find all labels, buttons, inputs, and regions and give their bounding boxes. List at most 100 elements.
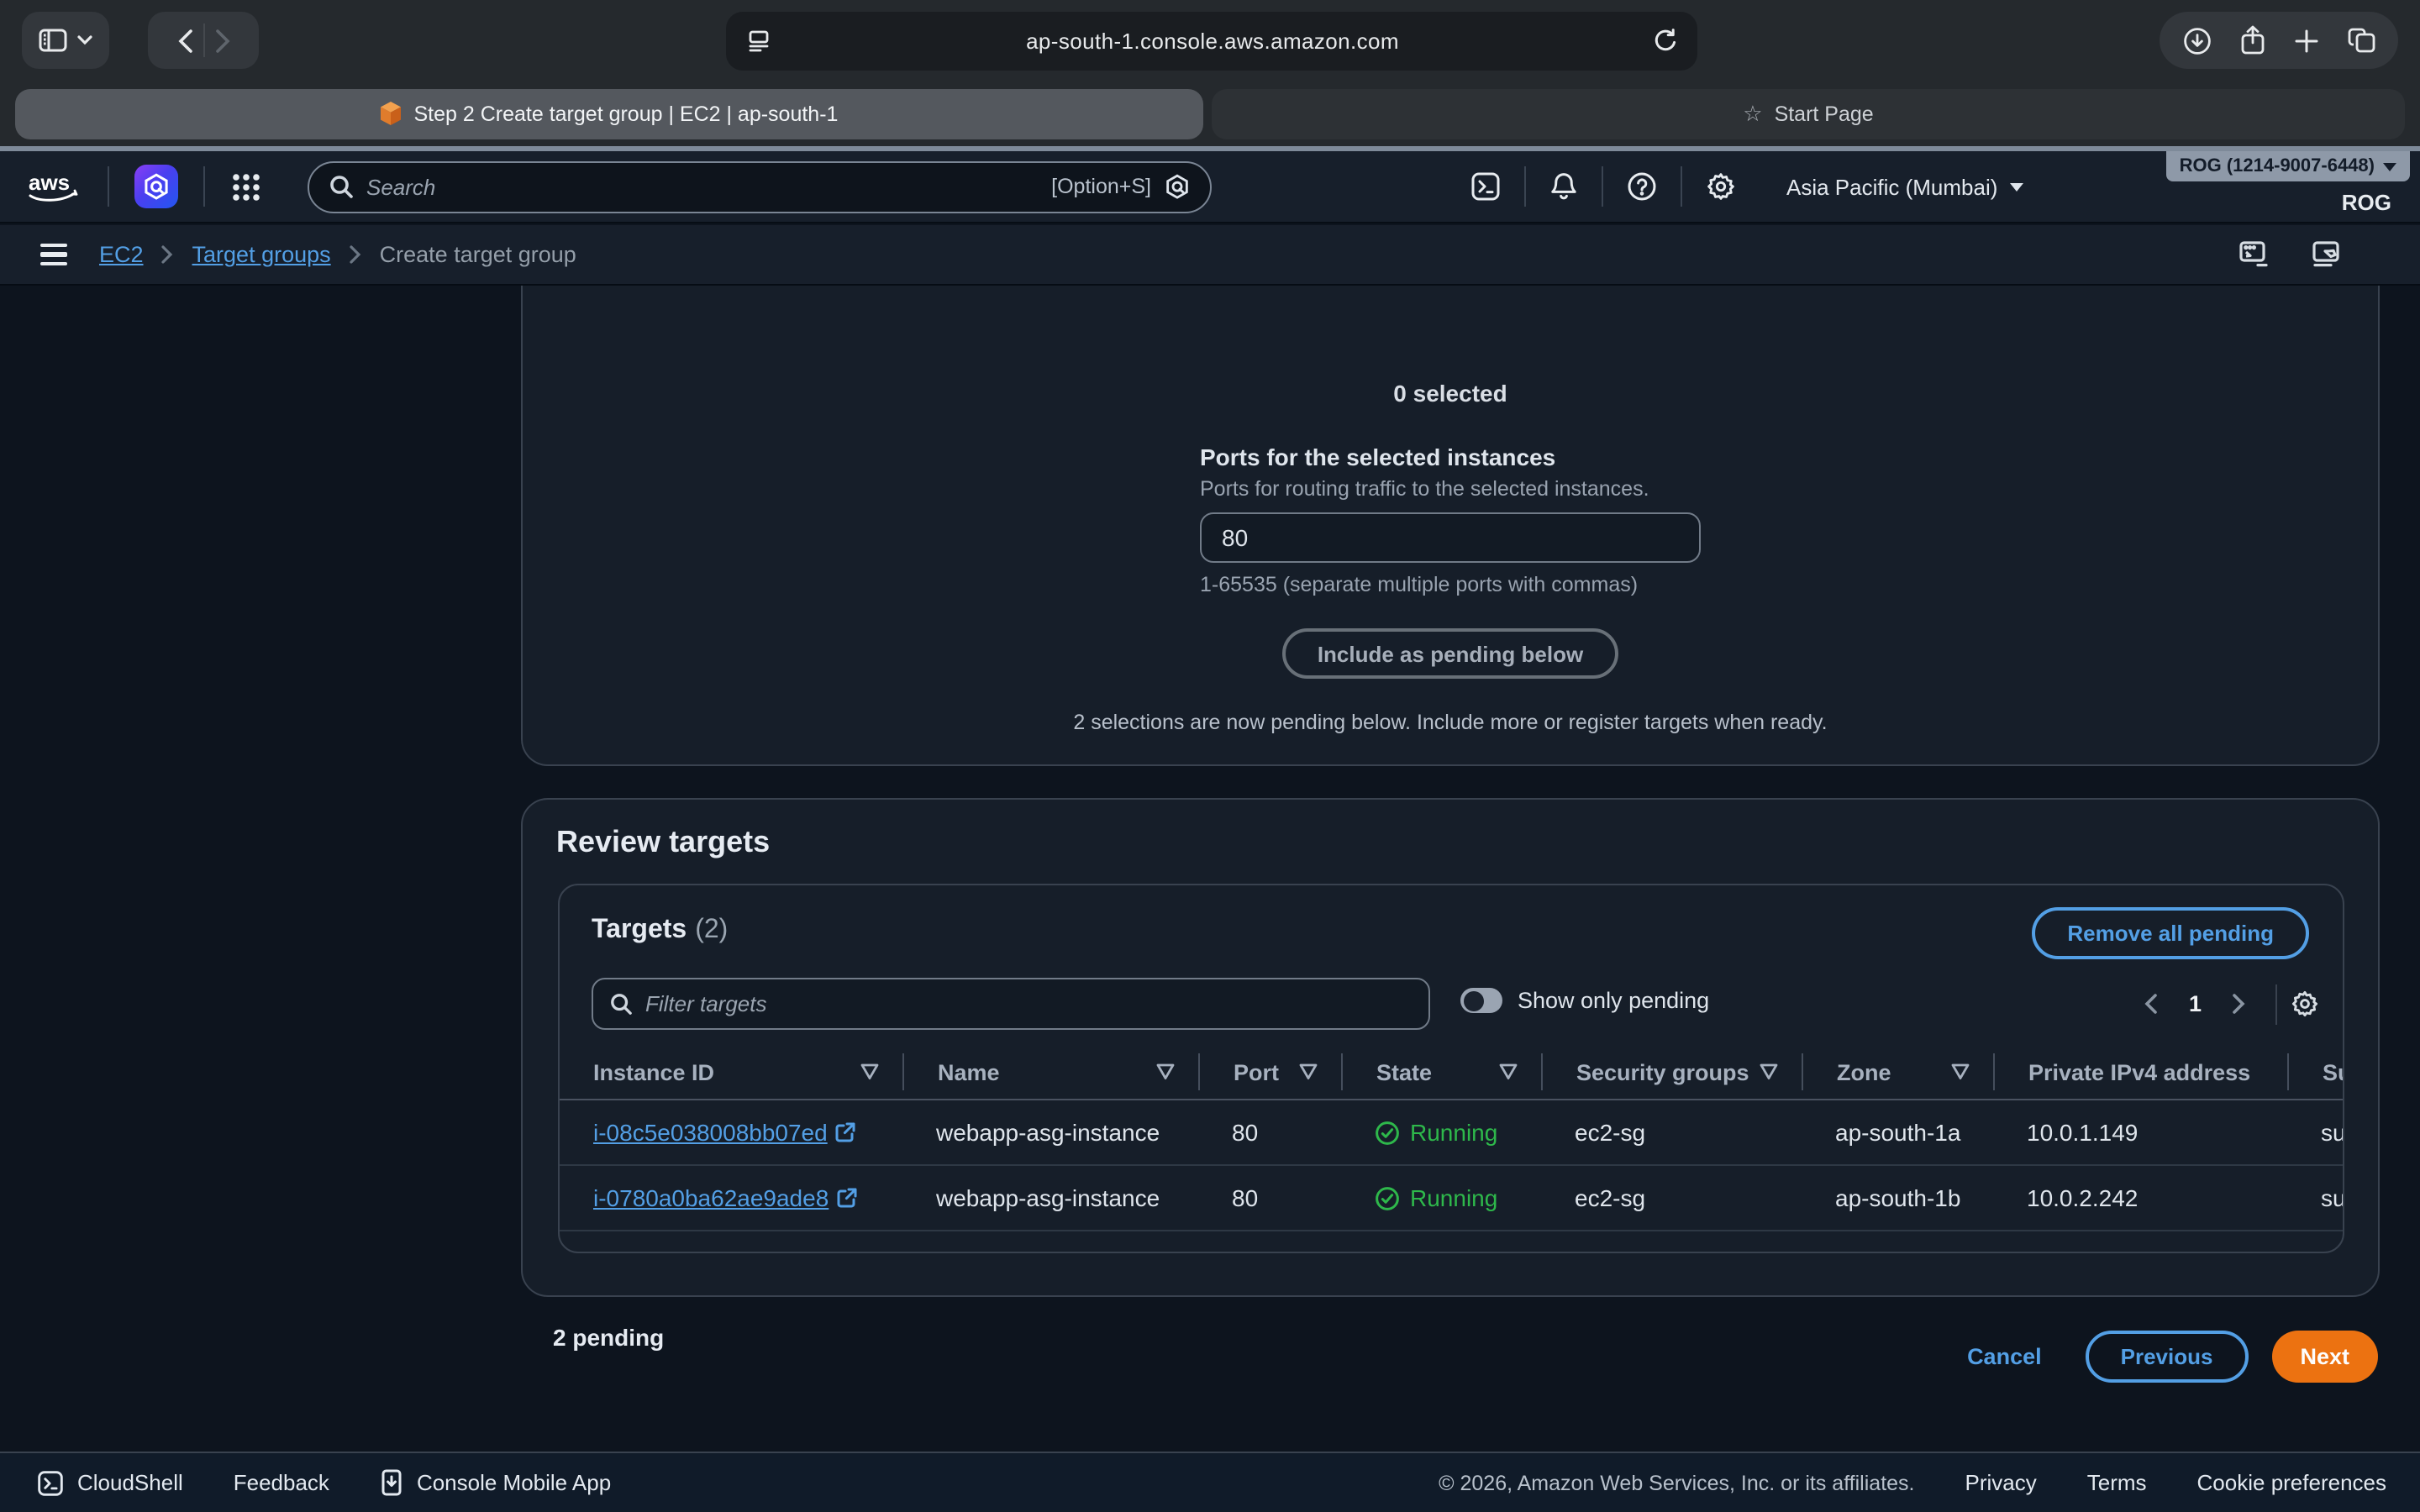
cloudshell-window-icon[interactable]: [2238, 240, 2270, 269]
region-selector[interactable]: Asia Pacific (Mumbai): [1786, 174, 2023, 199]
column-header-private-ip[interactable]: Private IPv4 address: [1993, 1053, 2287, 1090]
show-only-pending-toggle[interactable]: [1460, 988, 1502, 1013]
sidebar-toggle-button[interactable]: [22, 12, 109, 69]
new-tab-icon[interactable]: [2293, 28, 2318, 53]
pending-summary: 2 pending: [553, 1324, 664, 1351]
ports-form: Ports for the selected instances Ports f…: [1200, 444, 1701, 596]
private-ip-cell: 10.0.2.242: [1993, 1184, 2287, 1211]
region-label: Asia Pacific (Mumbai): [1786, 174, 1997, 199]
column-header-zone[interactable]: Zone: [1802, 1053, 1993, 1090]
column-header-state[interactable]: State: [1341, 1053, 1541, 1090]
help-icon[interactable]: [1603, 171, 1681, 202]
tab-overview-icon[interactable]: [2347, 27, 2375, 54]
forward-button[interactable]: [214, 28, 229, 53]
port-cell: 80: [1198, 1184, 1341, 1211]
toolbar-right-group: [2160, 12, 2398, 69]
targets-table-panel: Targets(2) Remove all pending Show only …: [558, 884, 2344, 1253]
settings-gear-icon[interactable]: [1682, 171, 1760, 202]
previous-page-icon[interactable]: [2128, 993, 2175, 1015]
column-filter-icon[interactable]: [1951, 1063, 1970, 1080]
search-icon: [329, 175, 353, 198]
targets-label: Targets: [592, 916, 687, 944]
next-button[interactable]: Next: [2271, 1331, 2378, 1383]
tab-start-page[interactable]: ☆ Start Page: [1212, 88, 2405, 139]
chevron-right-icon: [162, 245, 174, 264]
tab-active[interactable]: Step 2 Create target group | EC2 | ap-so…: [15, 88, 1203, 139]
instance-id-link[interactable]: i-0780a0ba62ae9ade8: [593, 1184, 857, 1211]
previous-button[interactable]: Previous: [2086, 1331, 2249, 1383]
refresh-icon[interactable]: [1654, 29, 1677, 54]
search-shortcut-hint: [Option+S]: [1051, 175, 1151, 198]
review-targets-card: Review targets Targets(2) Remove all pen…: [521, 798, 2380, 1297]
next-page-icon[interactable]: [2215, 993, 2262, 1015]
include-as-pending-button[interactable]: Include as pending below: [1282, 628, 1618, 679]
aws-console-header: aws [Option+S]: [0, 151, 2420, 223]
caret-down-icon: [2383, 162, 2396, 171]
table-body: i-08c5e038008bb07ed webapp-asg-instance …: [560, 1100, 2343, 1231]
state-cell: Running: [1375, 1184, 1497, 1211]
breadcrumb-target-groups[interactable]: Target groups: [192, 242, 331, 267]
filter-targets-input[interactable]: [645, 991, 1412, 1016]
column-filter-icon[interactable]: [1299, 1063, 1318, 1080]
remove-all-pending-button[interactable]: Remove all pending: [2032, 907, 2309, 959]
column-header-security-groups[interactable]: Security groups: [1541, 1053, 1802, 1090]
register-targets-card: 0 selected Ports for the selected instan…: [521, 286, 2380, 766]
browser-toolbar: ap-south-1.console.aws.amazon.com: [0, 0, 2420, 81]
column-filter-icon[interactable]: [860, 1063, 879, 1080]
cloudshell-icon[interactable]: [1447, 171, 1524, 202]
zone-cell: ap-south-1a: [1802, 1119, 1993, 1146]
column-filter-icon[interactable]: [1499, 1063, 1518, 1080]
targets-table-title: Targets(2): [592, 916, 728, 946]
security-groups-cell: ec2-sg: [1541, 1184, 1802, 1211]
footer-mobile-app[interactable]: Console Mobile App: [380, 1468, 611, 1497]
svg-text:aws: aws: [29, 169, 70, 194]
global-search[interactable]: [Option+S]: [308, 160, 1212, 213]
page-content: 0 selected Ports for the selected instan…: [0, 286, 2420, 1452]
back-button[interactable]: [177, 28, 192, 53]
search-icon: [610, 993, 632, 1015]
downloads-icon[interactable]: [2182, 26, 2211, 55]
cancel-button[interactable]: Cancel: [1947, 1331, 2062, 1383]
name-cell: webapp-asg-instance: [902, 1184, 1198, 1211]
services-grid-icon[interactable]: [232, 172, 260, 201]
footer-feedback[interactable]: Feedback: [234, 1470, 329, 1495]
footer-cloudshell[interactable]: CloudShell: [37, 1469, 183, 1496]
aws-logo[interactable]: aws: [0, 169, 108, 204]
filter-targets-field[interactable]: [592, 978, 1430, 1030]
ports-input[interactable]: [1200, 512, 1701, 563]
side-nav-toggle[interactable]: [40, 244, 67, 266]
diagnostic-tools-icon[interactable]: [2311, 240, 2343, 269]
column-header-instance-id[interactable]: Instance ID: [560, 1053, 902, 1090]
reader-icon[interactable]: [746, 29, 771, 54]
chevron-down-icon: [77, 35, 92, 45]
footer-privacy[interactable]: Privacy: [1965, 1470, 2037, 1495]
current-page-number[interactable]: 1: [2175, 991, 2215, 1016]
breadcrumb-ec2[interactable]: EC2: [99, 242, 144, 267]
tab-title: Step 2 Create target group | EC2 | ap-so…: [414, 102, 839, 125]
footer-terms[interactable]: Terms: [2087, 1470, 2147, 1495]
subnet-cell-clipped: su: [2287, 1184, 2343, 1211]
address-bar[interactable]: ap-south-1.console.aws.amazon.com: [726, 12, 1697, 71]
share-icon[interactable]: [2239, 25, 2265, 55]
screen: ap-south-1.console.aws.amazon.com: [0, 0, 2420, 1512]
account-badge[interactable]: ROG (1214-9007-6448): [2166, 151, 2410, 181]
pager-divider: [2275, 984, 2277, 1024]
amazon-q-icon[interactable]: [134, 165, 178, 208]
aws-favicon-cube-icon: [381, 101, 402, 126]
ports-field-label: Ports for the selected instances: [1200, 444, 1701, 470]
chevron-right-icon: [350, 245, 361, 264]
column-filter-icon[interactable]: [1760, 1063, 1778, 1080]
notifications-bell-icon[interactable]: [1526, 171, 1602, 202]
column-header-port[interactable]: Port: [1198, 1053, 1341, 1090]
external-link-icon: [837, 1188, 857, 1208]
column-filter-icon[interactable]: [1156, 1063, 1175, 1080]
table-header-row: Instance ID Name Port State Security gro…: [560, 1045, 2343, 1100]
instance-id-link[interactable]: i-08c5e038008bb07ed: [593, 1119, 856, 1146]
table-preferences-gear-icon[interactable]: [2291, 990, 2319, 1018]
footer-cookie-preferences[interactable]: Cookie preferences: [2197, 1470, 2386, 1495]
column-header-name[interactable]: Name: [902, 1053, 1198, 1090]
column-header-subnet-clipped[interactable]: Su: [2287, 1053, 2343, 1090]
table-row: i-0780a0ba62ae9ade8 webapp-asg-instance …: [560, 1166, 2343, 1231]
search-input[interactable]: [366, 174, 1038, 199]
targets-table: Instance ID Name Port State Security gro…: [560, 1045, 2343, 1231]
